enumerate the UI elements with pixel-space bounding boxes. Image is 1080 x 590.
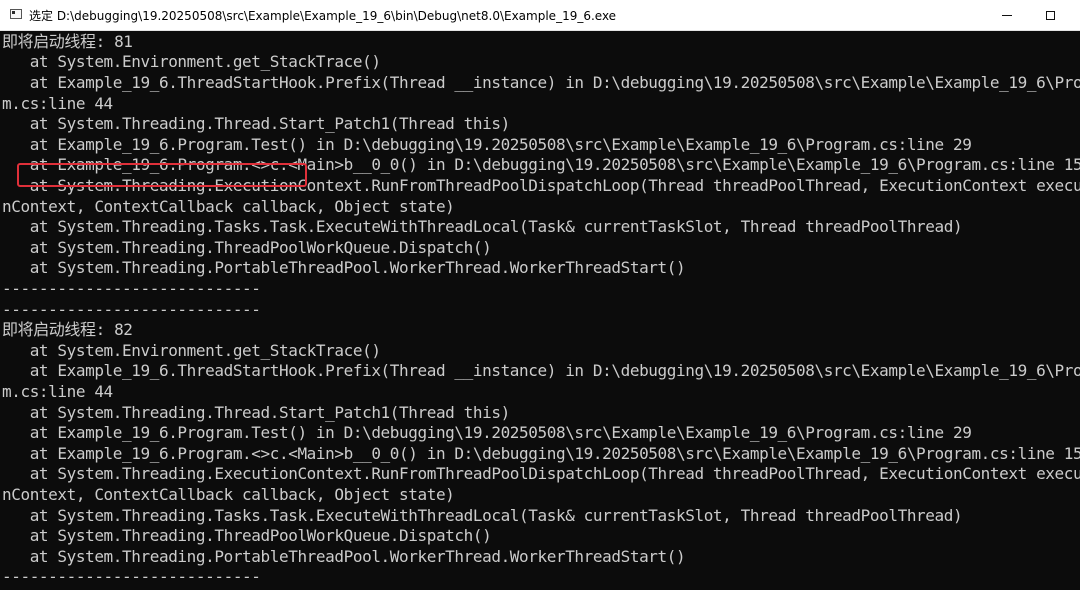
console-app-icon xyxy=(10,9,22,19)
console-line: at System.Threading.Tasks.Task.ExecuteWi… xyxy=(2,217,963,237)
console-line: at Example_19_6.ThreadStartHook.Prefix(T… xyxy=(2,361,1080,381)
console-line: m.cs:line 44 xyxy=(2,382,113,401)
console-line: at System.Threading.Thread.Start_Patch1(… xyxy=(2,402,511,422)
console-line: at System.Environment.get_StackTrace() xyxy=(2,340,381,360)
console-line: at System.Threading.Tasks.Task.ExecuteWi… xyxy=(2,505,963,525)
console-line: at Example_19_6.Program.Test() in D:\deb… xyxy=(2,423,972,443)
console-line: at System.Threading.PortableThreadPool.W… xyxy=(2,258,686,278)
console-line: 即将启动线程: 82 xyxy=(2,320,133,340)
minimize-icon xyxy=(1002,15,1012,16)
console-line: nContext, ContextCallback callback, Obje… xyxy=(2,196,455,216)
console-window: 选定 D:\debugging\19.20250508\src\Example\… xyxy=(0,0,1080,590)
console-line: at Example_19_6.Program.<>c.<Main>b__0_0… xyxy=(2,443,1080,463)
title-bar[interactable]: 选定 D:\debugging\19.20250508\src\Example\… xyxy=(0,0,1080,31)
window-title: 选定 D:\debugging\19.20250508\src\Example\… xyxy=(29,9,617,23)
console-line: at Example_19_6.Program.Test() in D:\deb… xyxy=(2,134,972,154)
separator-line: ---------------------------- xyxy=(2,567,261,587)
maximize-icon xyxy=(1046,11,1055,20)
console-line: m.cs:line 44 xyxy=(2,93,113,113)
console-line: at System.Threading.Thread.Start_Patch1(… xyxy=(2,114,511,134)
console-line: nContext, ContextCallback callback, Obje… xyxy=(2,485,455,504)
minimize-button[interactable] xyxy=(984,0,1030,31)
console-line: at Example_19_6.ThreadStartHook.Prefix(T… xyxy=(2,73,1080,92)
console-line: at System.Environment.get_StackTrace() xyxy=(2,52,381,72)
separator-line: ---------------------------- xyxy=(2,279,261,298)
console-line: at System.Threading.ExecutionContext.Run… xyxy=(2,464,1080,484)
console-line: at System.Threading.ThreadPoolWorkQueue.… xyxy=(2,237,492,257)
separator-line: ---------------------------- xyxy=(2,299,261,319)
console-line: at System.Threading.ThreadPoolWorkQueue.… xyxy=(2,526,492,546)
console-line: 即将启动线程: 81 xyxy=(2,31,133,51)
highlight-box-program-test xyxy=(17,163,307,187)
console-output[interactable]: 即将启动线程: 81 at System.Environment.get_Sta… xyxy=(0,31,1080,590)
console-line: at System.Threading.PortableThreadPool.W… xyxy=(2,546,686,566)
maximize-button[interactable] xyxy=(1030,0,1076,31)
